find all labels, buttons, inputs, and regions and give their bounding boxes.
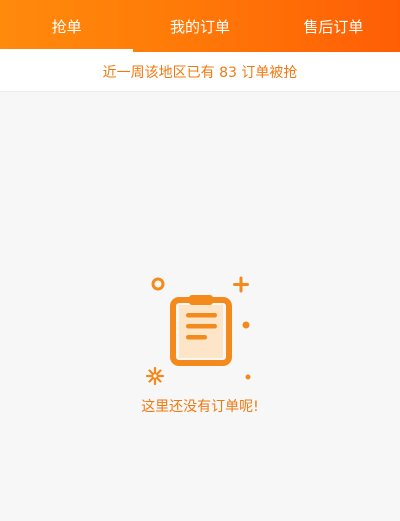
tab-after-sales-label: 售后订单 [303,17,364,36]
notice-text: 近一周该地区已有 83 订单被抢 [102,64,298,81]
tab-bar: 抢单 我的订单 售后订单 [0,0,400,52]
empty-state: 这里还没有订单呢! [0,265,400,425]
tab-my-orders[interactable]: 我的订单 [133,0,266,52]
tab-after-sales[interactable]: 售后订单 [267,0,400,52]
app-root: 抢单 我的订单 售后订单 近一周该地区已有 83 订单被抢 这里还没有订单呢! [0,0,400,521]
tab-my-orders-label: 我的订单 [169,17,230,36]
tab-grab-orders-label: 抢单 [51,17,82,36]
empty-state-message: 这里还没有订单呢! [141,399,259,415]
clipboard-icon [145,276,251,386]
notice-banner: 近一周该地区已有 83 订单被抢 [0,52,400,92]
tab-grab-orders[interactable]: 抢单 [0,0,134,52]
